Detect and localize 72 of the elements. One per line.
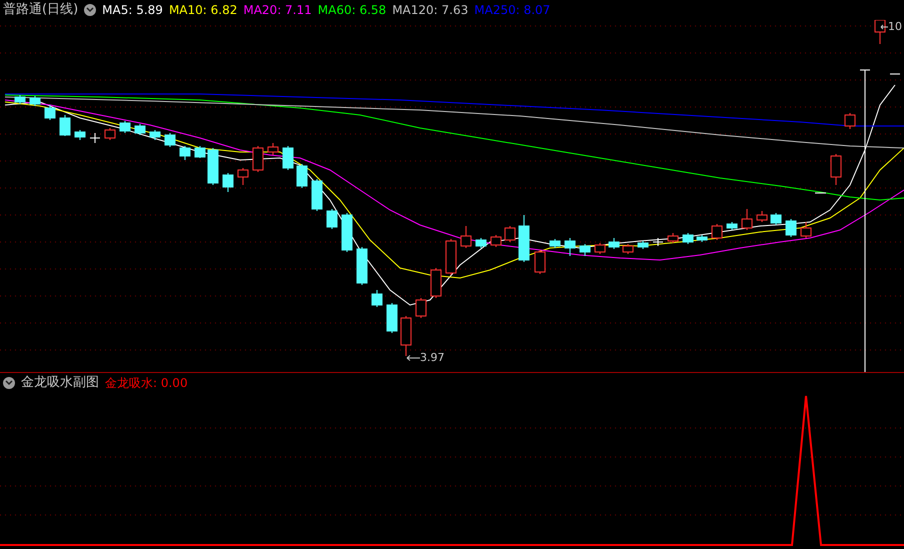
arrow-icon xyxy=(406,355,420,362)
candlestick xyxy=(134,124,146,136)
candlestick xyxy=(696,234,708,242)
candlestick xyxy=(208,148,218,186)
candlestick xyxy=(446,238,456,276)
candlestick xyxy=(296,164,308,188)
candlestick xyxy=(608,238,620,250)
indicator-value: MA60: 6.58 xyxy=(318,2,386,19)
candlestick xyxy=(180,146,190,160)
candlestick xyxy=(638,240,648,250)
candlestick xyxy=(342,212,352,252)
candlestick xyxy=(238,168,248,186)
candlestick xyxy=(60,114,70,136)
collapse-icon[interactable] xyxy=(3,377,15,389)
candlestick xyxy=(460,226,472,248)
candlestick xyxy=(120,120,130,134)
candlestick xyxy=(14,94,26,104)
candlestick xyxy=(518,214,530,262)
candlestick xyxy=(726,222,738,230)
candlestick xyxy=(416,298,426,318)
candlestick xyxy=(874,20,886,44)
indicator-value: MA20: 7.11 xyxy=(243,2,312,19)
doji-candle xyxy=(90,132,100,144)
indicator-value: MA10: 6.82 xyxy=(168,2,238,19)
candlestick xyxy=(282,146,294,170)
candlestick xyxy=(30,96,40,106)
candlestick xyxy=(770,212,782,226)
candlestick xyxy=(622,244,634,254)
indicator-value: MA250: 8.07 xyxy=(474,2,550,19)
indicator-value: 金龙吸水: 0.00 xyxy=(105,375,188,392)
candlestick xyxy=(312,178,322,212)
candlestick xyxy=(74,130,86,140)
candlestick xyxy=(222,172,234,192)
low-price-label: 3.97 xyxy=(420,350,444,366)
candlestick xyxy=(594,242,606,254)
candlestick xyxy=(742,208,752,230)
candlestick xyxy=(326,208,338,230)
candlestick xyxy=(490,234,502,248)
candlestick xyxy=(104,128,116,140)
candlestick xyxy=(668,232,678,244)
candlestick xyxy=(476,238,486,248)
high-price-label: 10 xyxy=(888,19,902,35)
candlestick xyxy=(844,112,856,130)
candlestick xyxy=(580,244,590,256)
candlestick xyxy=(756,210,768,222)
stock-title: 普路通(日线) xyxy=(3,0,78,20)
candlestick xyxy=(712,224,722,240)
candlestick xyxy=(386,302,398,334)
candlestick xyxy=(534,250,546,274)
indicator-title: 金龙吸水副图 xyxy=(21,374,99,392)
candlestick xyxy=(164,132,176,148)
candlestick xyxy=(44,104,56,120)
candlestick xyxy=(786,218,796,238)
candlestick xyxy=(682,232,694,244)
candlestick xyxy=(550,238,560,248)
candlestick xyxy=(400,316,412,356)
candlestick xyxy=(150,130,160,140)
candlestick xyxy=(430,268,442,298)
candlestick xyxy=(252,146,264,172)
candlestick xyxy=(372,290,382,308)
candlestick xyxy=(800,222,812,238)
indicator-value: MA120: 7.63 xyxy=(392,2,468,19)
doji-candle xyxy=(652,238,664,246)
arrow-icon xyxy=(880,24,888,30)
candlestick xyxy=(564,238,576,256)
collapse-icon[interactable] xyxy=(84,4,96,16)
candlestick xyxy=(268,142,278,156)
candlestick xyxy=(504,226,516,242)
indicator-value: MA5: 5.89 xyxy=(102,2,163,19)
candlestick xyxy=(830,154,842,186)
candlestick xyxy=(194,146,206,158)
candlestick xyxy=(356,246,368,286)
